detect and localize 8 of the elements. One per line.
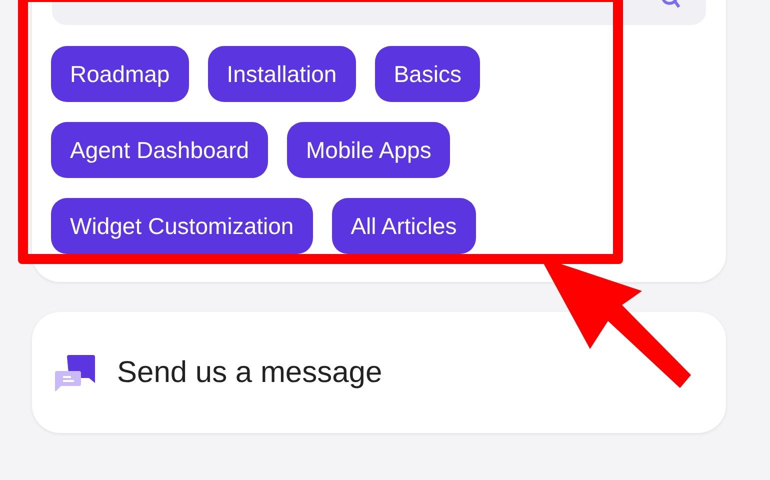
topic-tag[interactable]: All Articles — [332, 198, 476, 254]
topic-tag[interactable]: Installation — [208, 46, 356, 102]
topic-tag[interactable]: Widget Customization — [51, 198, 313, 254]
topic-tag[interactable]: Mobile Apps — [287, 122, 450, 178]
topic-tag[interactable]: Basics — [374, 46, 480, 102]
topic-tag[interactable]: Agent Dashboard — [51, 122, 268, 178]
topic-tag[interactable]: Roadmap — [51, 46, 189, 102]
message-button[interactable]: Send us a message — [32, 312, 726, 433]
